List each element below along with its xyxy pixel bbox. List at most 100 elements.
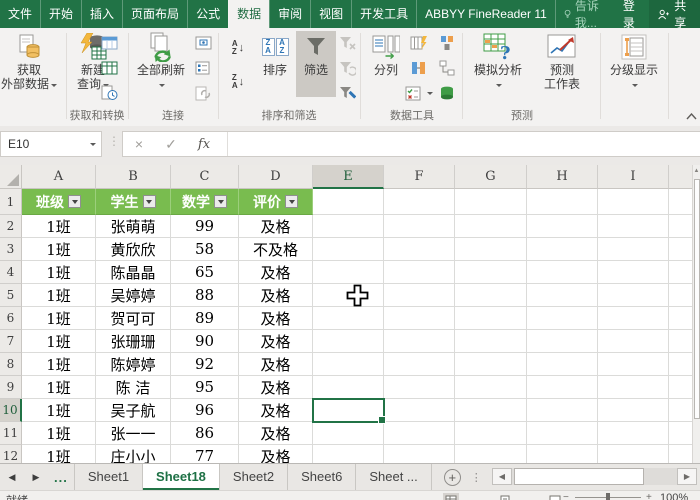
cell[interactable]	[598, 261, 669, 284]
horizontal-scrollbar[interactable]: ◀ ▶	[492, 468, 697, 485]
vertical-scrollbar-thumb[interactable]	[694, 179, 700, 419]
cell[interactable]: 77	[171, 445, 239, 463]
cell[interactable]: 1班	[22, 261, 96, 284]
cell[interactable]	[598, 353, 669, 376]
refresh-all-button[interactable]: 全部刷新	[132, 31, 190, 85]
cell[interactable]	[598, 399, 669, 422]
cell[interactable]	[384, 261, 455, 284]
cell[interactable]: 1班	[22, 307, 96, 330]
cell[interactable]	[527, 399, 598, 422]
fill-handle[interactable]	[378, 416, 386, 424]
row-number-12[interactable]: 12	[0, 445, 22, 463]
cell[interactable]: 1班	[22, 445, 96, 463]
text-to-columns-button[interactable]: 分列	[364, 31, 408, 77]
cell[interactable]	[384, 330, 455, 353]
cell[interactable]	[669, 399, 692, 422]
ribbon-collapse-icon[interactable]	[680, 106, 700, 126]
cell[interactable]	[598, 422, 669, 445]
row-number-3[interactable]: 3	[0, 238, 22, 261]
cell[interactable]	[527, 189, 598, 215]
sheet-tab-Sheet2[interactable]: Sheet2	[220, 464, 288, 490]
cell[interactable]	[669, 261, 692, 284]
cell[interactable]	[313, 189, 384, 215]
properties-icon[interactable]	[192, 58, 214, 78]
sheet-tab-Sheet18[interactable]: Sheet18	[143, 464, 220, 490]
cell[interactable]	[384, 215, 455, 238]
ribbon-tab-插入[interactable]: 插入	[81, 0, 122, 28]
select-all-corner[interactable]	[0, 165, 22, 189]
cell[interactable]	[527, 238, 598, 261]
cell[interactable]: 65	[171, 261, 239, 284]
cell[interactable]	[384, 422, 455, 445]
cell[interactable]	[455, 284, 527, 307]
formula-bar-splitter[interactable]: ⋮	[108, 134, 120, 148]
vertical-scrollbar[interactable]: ▲	[692, 165, 700, 463]
col-header-G[interactable]: G	[455, 165, 527, 189]
filter-dropdown-icon[interactable]	[143, 195, 156, 208]
name-box[interactable]: E10	[0, 131, 102, 157]
outline-button[interactable]: 分级显示	[604, 31, 664, 85]
cell[interactable]	[384, 238, 455, 261]
cell[interactable]: 88	[171, 284, 239, 307]
cell[interactable]: 张珊珊	[96, 330, 171, 353]
name-box-dropdown-icon[interactable]	[85, 132, 101, 156]
cell[interactable]	[384, 307, 455, 330]
cell[interactable]: 黄欣欣	[96, 238, 171, 261]
cell[interactable]: 庄小小	[96, 445, 171, 463]
zoom-slider-handle[interactable]	[606, 493, 610, 500]
ribbon-tab-文件[interactable]: 文件	[0, 0, 40, 28]
cell[interactable]	[313, 330, 384, 353]
cell[interactable]	[669, 422, 692, 445]
enter-icon[interactable]: ✓	[155, 136, 187, 153]
cell[interactable]	[455, 189, 527, 215]
sheet-tab-Sheet1[interactable]: Sheet1	[75, 464, 143, 490]
filter-button[interactable]: 筛选	[296, 31, 336, 97]
cell[interactable]	[455, 422, 527, 445]
tell-me-box[interactable]: 告诉我...	[555, 0, 613, 31]
cell[interactable]: 1班	[22, 399, 96, 422]
cell[interactable]	[527, 284, 598, 307]
cell[interactable]: 及格	[239, 307, 313, 330]
cell[interactable]: 贺可可	[96, 307, 171, 330]
cell[interactable]	[527, 307, 598, 330]
row-number-9[interactable]: 9	[0, 376, 22, 399]
cell[interactable]	[384, 353, 455, 376]
cell[interactable]	[527, 215, 598, 238]
cell[interactable]: 及格	[239, 330, 313, 353]
cell[interactable]: 90	[171, 330, 239, 353]
cell[interactable]	[384, 399, 455, 422]
sort-button[interactable]: ZAAZ 排序	[254, 31, 296, 77]
cell[interactable]	[598, 284, 669, 307]
scroll-left-icon[interactable]: ◀	[492, 468, 512, 485]
cell[interactable]	[598, 376, 669, 399]
cell[interactable]	[455, 330, 527, 353]
cell[interactable]: 及格	[239, 399, 313, 422]
table-header-cell[interactable]: 学生	[96, 189, 171, 215]
table-header-cell[interactable]: 数学	[171, 189, 239, 215]
table-header-cell[interactable]: 班级	[22, 189, 96, 215]
cell[interactable]: 1班	[22, 422, 96, 445]
cell[interactable]	[455, 307, 527, 330]
cell[interactable]	[598, 215, 669, 238]
zoom-in-icon[interactable]: +	[646, 492, 652, 500]
sort-descending-icon[interactable]: ZA↓	[224, 72, 252, 92]
ribbon-tab-开发工具[interactable]: 开发工具	[351, 0, 416, 28]
cell[interactable]	[527, 261, 598, 284]
cell[interactable]: 及格	[239, 422, 313, 445]
col-header-F[interactable]: F	[384, 165, 455, 189]
cell[interactable]	[527, 330, 598, 353]
cell[interactable]	[455, 353, 527, 376]
ribbon-tab-开始[interactable]: 开始	[40, 0, 81, 28]
filter-dropdown-icon[interactable]	[285, 195, 298, 208]
cell[interactable]	[384, 376, 455, 399]
col-header-E[interactable]: E	[313, 165, 384, 189]
cell[interactable]	[384, 445, 455, 463]
ribbon-tab-页面布局[interactable]: 页面布局	[122, 0, 187, 28]
row-number-8[interactable]: 8	[0, 353, 22, 376]
ribbon-tab-视图[interactable]: 视图	[310, 0, 351, 28]
cell[interactable]	[384, 189, 455, 215]
what-if-analysis-button[interactable]: ? 模拟分析	[466, 31, 530, 85]
sheet-tab-Sheet6[interactable]: Sheet6	[288, 464, 356, 490]
cell[interactable]	[313, 238, 384, 261]
cell[interactable]	[455, 399, 527, 422]
